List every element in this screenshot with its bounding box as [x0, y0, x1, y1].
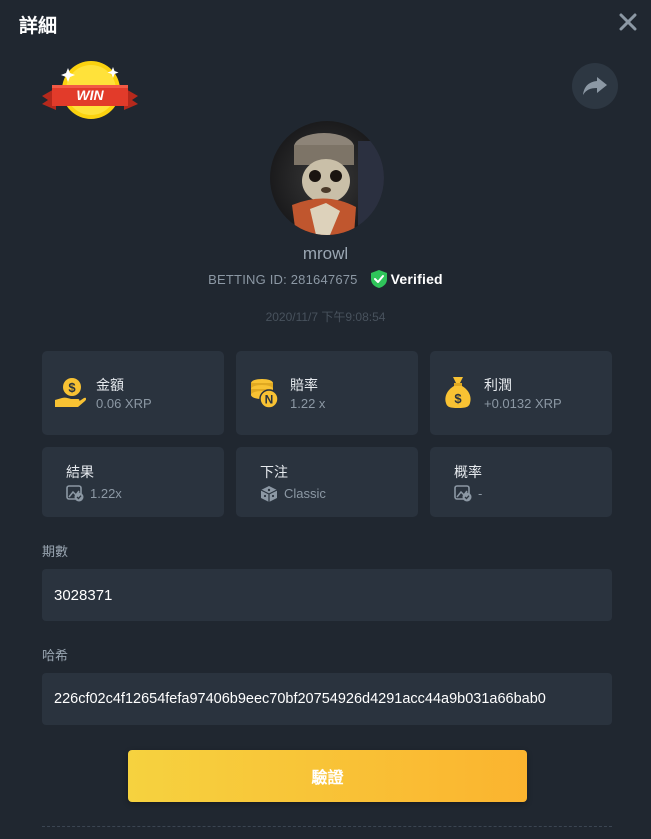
stat-value: 1.22 x: [290, 396, 326, 411]
share-button[interactable]: [572, 63, 618, 109]
stat-label: 結果: [66, 464, 94, 480]
stat-card-odds: N 賠率 1.22 x: [236, 351, 418, 435]
hash-field[interactable]: 226cf02c4f12654fefa97406b9eec70bf2075492…: [42, 673, 612, 725]
stat-value: Classic: [284, 486, 326, 501]
close-icon[interactable]: [617, 11, 639, 33]
hash-value: 226cf02c4f12654fefa97406b9eec70bf2075492…: [54, 691, 546, 707]
svg-text:$: $: [454, 391, 462, 406]
round-value: 3028371: [54, 586, 113, 604]
stat-card-probability: 概率 -: [430, 447, 612, 517]
image-check-icon: [454, 485, 472, 507]
stat-value: -: [478, 486, 483, 501]
stat-card-result: 結果 1.22x: [42, 447, 224, 517]
dialog-header: 詳細: [0, 0, 651, 46]
timestamp: 2020/11/7 下午9:08:54: [265, 310, 386, 324]
betting-id: BETTING ID: 281647675: [208, 271, 358, 287]
round-field[interactable]: 3028371: [42, 569, 612, 621]
stat-card-amount: $ 金額 0.06 XRP: [42, 351, 224, 435]
hash-label: 哈希: [42, 648, 69, 663]
stat-card-bet: 下注 Classic: [236, 447, 418, 517]
money-bag-icon: $: [444, 375, 472, 414]
dialog-title: 詳細: [19, 16, 58, 37]
stat-label: 金額: [96, 377, 124, 393]
win-badge-text: WIN: [76, 87, 104, 103]
share-icon: [583, 77, 607, 95]
svg-text:$: $: [68, 380, 76, 395]
stat-label: 下注: [260, 464, 288, 480]
stat-label: 利潤: [484, 377, 512, 393]
stat-value: 1.22x: [90, 486, 122, 501]
divider: [42, 826, 612, 827]
win-badge: WIN: [40, 58, 140, 124]
image-check-icon: [66, 485, 84, 507]
shield-check-icon: [370, 270, 387, 288]
svg-text:N: N: [265, 393, 274, 407]
stat-value: 0.06 XRP: [96, 396, 152, 411]
dice-icon: [260, 485, 278, 508]
stat-card-profit: $ 利潤 +0.0132 XRP: [430, 351, 612, 435]
username: mrowl: [302, 244, 349, 263]
verified-label: Verified: [390, 271, 443, 287]
verify-button[interactable]: 驗證: [128, 750, 527, 802]
round-label: 期數: [42, 544, 69, 559]
stat-label: 概率: [454, 464, 482, 480]
stat-label: 賠率: [290, 377, 318, 393]
stat-value: +0.0132 XRP: [484, 396, 562, 411]
verified-badge: Verified: [370, 269, 443, 289]
money-hand-icon: $: [54, 376, 87, 415]
betting-id-row: BETTING ID: 281647675 Verified: [0, 269, 651, 289]
avatar: [270, 121, 384, 235]
coin-stack-icon: N: [249, 377, 279, 414]
